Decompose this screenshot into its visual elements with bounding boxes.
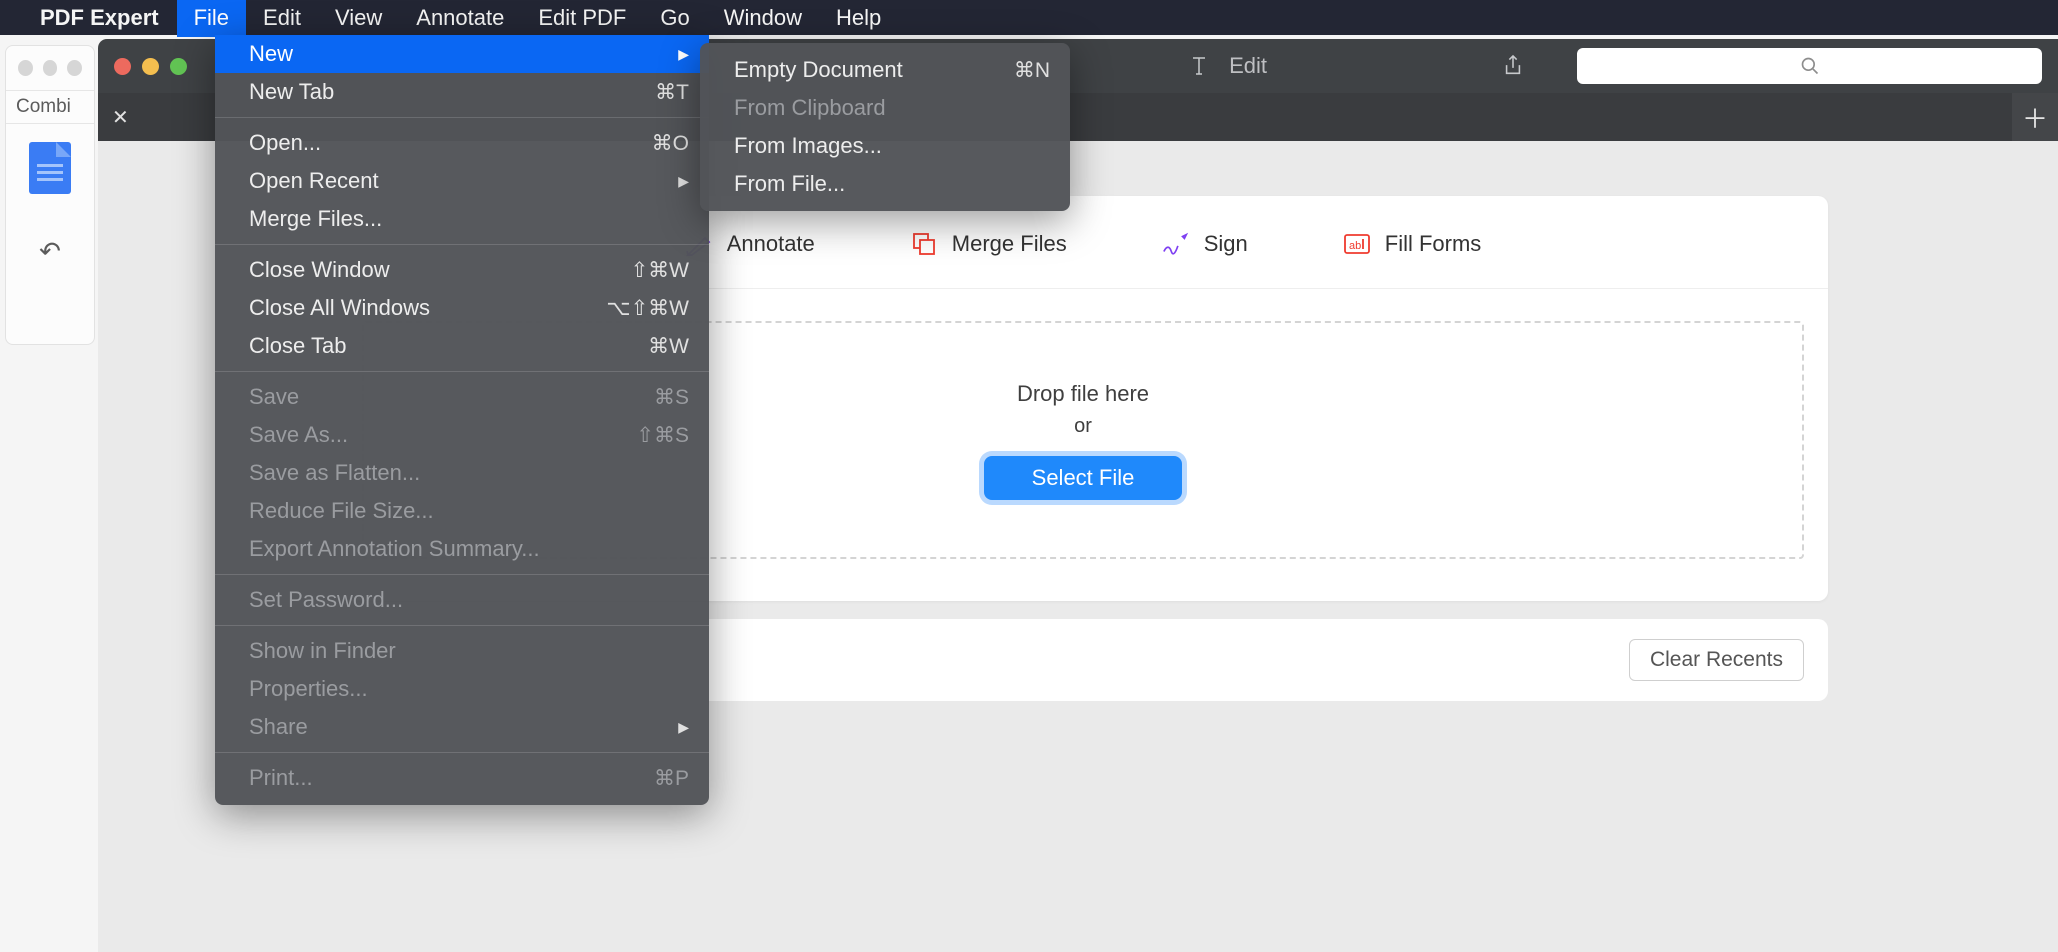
submenu-arrow-icon: ▶: [678, 173, 689, 190]
file-new-label: New: [249, 41, 678, 67]
menu-go[interactable]: Go: [643, 0, 706, 37]
merge-files-button[interactable]: Merge Files: [910, 230, 1067, 258]
file-save-as: Save As... ⇧⌘S: [215, 416, 709, 454]
menu-window[interactable]: Window: [707, 0, 819, 37]
file-export-anno: Export Annotation Summary...: [215, 530, 709, 568]
separator: [215, 244, 709, 245]
sign-label: Sign: [1204, 231, 1248, 257]
menu-annotate[interactable]: Annotate: [399, 0, 521, 37]
file-open[interactable]: Open... ⌘O: [215, 124, 709, 162]
separator: [215, 752, 709, 753]
separator: [215, 574, 709, 575]
fill-forms-button[interactable]: ab Fill Forms: [1343, 230, 1482, 258]
undo-icon[interactable]: ↶: [6, 236, 94, 267]
menu-view[interactable]: View: [318, 0, 399, 37]
new-from-file[interactable]: From File...: [700, 165, 1070, 203]
file-new[interactable]: New ▶: [215, 35, 709, 73]
bg-close-icon[interactable]: [18, 60, 33, 76]
file-print: Print... ⌘P: [215, 759, 709, 797]
file-reduce-size: Reduce File Size...: [215, 492, 709, 530]
sign-button[interactable]: Sign: [1162, 230, 1248, 258]
search-icon: [1800, 56, 1820, 76]
submenu-arrow-icon: ▶: [678, 719, 689, 736]
file-properties: Properties...: [215, 670, 709, 708]
file-share: Share ▶: [215, 708, 709, 746]
drop-or: or: [1074, 415, 1092, 438]
menu-edit[interactable]: Edit: [246, 0, 318, 37]
background-window: Combi ↶: [5, 45, 95, 345]
minimize-icon[interactable]: [142, 58, 159, 75]
separator: [215, 117, 709, 118]
macos-menubar: PDF Expert File Edit View Annotate Edit …: [0, 0, 2058, 35]
zoom-icon[interactable]: [170, 58, 187, 75]
file-save-flatten: Save as Flatten...: [215, 454, 709, 492]
file-show-finder: Show in Finder: [215, 632, 709, 670]
document-icon[interactable]: [29, 142, 71, 194]
merge-icon: [910, 230, 938, 258]
file-save: Save ⌘S: [215, 378, 709, 416]
fill-forms-icon: ab: [1343, 230, 1371, 258]
bg-minimize-icon[interactable]: [43, 60, 58, 76]
file-merge[interactable]: Merge Files...: [215, 200, 709, 238]
text-tool-icon[interactable]: [1185, 54, 1213, 78]
file-new-tab[interactable]: New Tab ⌘T: [215, 73, 709, 111]
svg-text:ab: ab: [1349, 240, 1361, 252]
annotate-label: Annotate: [727, 231, 815, 257]
drop-title: Drop file here: [1017, 381, 1149, 407]
search-input[interactable]: [1577, 48, 2042, 84]
file-set-password: Set Password...: [215, 581, 709, 619]
tab-close-icon[interactable]: ✕: [112, 105, 129, 130]
separator: [215, 625, 709, 626]
menu-help[interactable]: Help: [819, 0, 898, 37]
file-close-window[interactable]: Close Window ⇧⌘W: [215, 251, 709, 289]
close-icon[interactable]: [114, 58, 131, 75]
new-tab-button[interactable]: ＋: [2012, 93, 2058, 141]
file-open-recent[interactable]: Open Recent ▶: [215, 162, 709, 200]
file-close-tab[interactable]: Close Tab ⌘W: [215, 327, 709, 365]
edit-button[interactable]: Edit: [1229, 53, 1267, 79]
app-menu[interactable]: PDF Expert: [40, 5, 159, 31]
separator: [215, 371, 709, 372]
bg-zoom-icon[interactable]: [67, 60, 82, 76]
menu-edit-pdf[interactable]: Edit PDF: [521, 0, 643, 37]
file-close-all[interactable]: Close All Windows ⌥⇧⌘W: [215, 289, 709, 327]
sign-icon: [1162, 230, 1190, 258]
menu-file[interactable]: File: [177, 0, 246, 37]
file-menu-dropdown: New ▶ New Tab ⌘T Open... ⌘O Open Recent …: [215, 35, 709, 805]
bg-tab[interactable]: Combi: [6, 90, 94, 124]
fill-label: Fill Forms: [1385, 231, 1482, 257]
new-empty-document[interactable]: Empty Document ⌘N: [700, 51, 1070, 89]
new-from-clipboard: From Clipboard: [700, 89, 1070, 127]
share-icon[interactable]: [1499, 54, 1527, 78]
submenu-arrow-icon: ▶: [678, 46, 689, 63]
new-from-images[interactable]: From Images...: [700, 127, 1070, 165]
clear-recents-button[interactable]: Clear Recents: [1629, 639, 1804, 681]
select-file-button[interactable]: Select File: [984, 456, 1183, 500]
new-submenu: Empty Document ⌘N From Clipboard From Im…: [700, 43, 1070, 211]
merge-label: Merge Files: [952, 231, 1067, 257]
